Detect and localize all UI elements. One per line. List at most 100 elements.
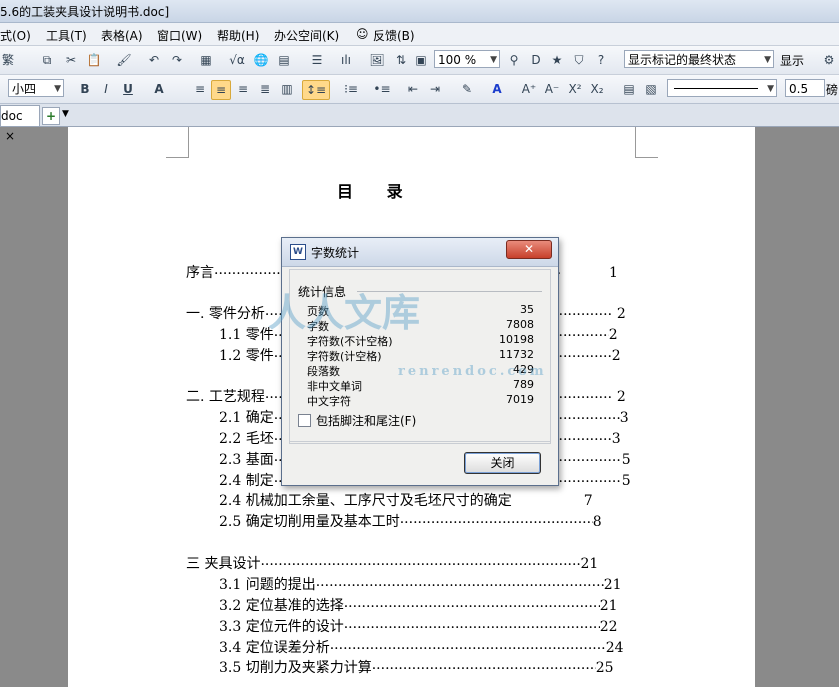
reader-icon[interactable]: D <box>527 51 545 69</box>
word-count-dialog: W 字数统计 ✕ 统计信息 页数 35 字数 7808 字符数(不计空格) 10198… <box>281 237 559 486</box>
line-style-select[interactable]: ▼ <box>667 79 777 97</box>
wps-logo-icon: W <box>290 244 306 260</box>
toc-entry: 3.4 定位误差分析······························… <box>219 640 624 657</box>
title-bar: 5.6的工装夹具设计说明书.doc] <box>0 0 839 23</box>
unit-label: 磅 <box>826 83 839 97</box>
formatting-toolbar: 小四 ▼ B I U A ≡ ≡ ≡ ≣ ▥ ↕≡ ⁝≡ •≡ ⇤ ⇥ ✎ A … <box>0 75 839 104</box>
columns-icon[interactable]: ☰ <box>308 51 326 69</box>
distributed-icon[interactable]: ▥ <box>278 80 296 98</box>
menu-format[interactable]: 式(O) <box>0 27 31 44</box>
menu-window[interactable]: 窗口(W) <box>157 27 202 44</box>
document-tab-label: doc <box>1 109 23 123</box>
table-icon[interactable]: ▤ <box>275 51 293 69</box>
font-color-icon[interactable]: A <box>488 80 506 98</box>
shading-icon[interactable]: ▧ <box>642 80 660 98</box>
menu-feedback[interactable]: 反馈(B) <box>373 27 415 44</box>
standard-toolbar: 繁 ⧉ ✂ 📋 🖌 ↶ ↷ ▦ √α 🌐 ▤ ☰ ılı 🖼 ⇅ ▣ 100 %… <box>0 46 839 75</box>
shrink-font-icon[interactable]: A⁻ <box>543 80 561 98</box>
menu-office-space[interactable]: 办公空间(K) <box>274 27 339 44</box>
toc-entry: 3.2 定位基准的选择·····························… <box>219 598 618 615</box>
menu-tools[interactable]: 工具(T) <box>46 27 87 44</box>
numbered-list-icon[interactable]: ⁝≡ <box>342 80 360 98</box>
document-tab[interactable]: doc × <box>0 105 40 143</box>
markup-state-value: 显示标记的最终状态 <box>628 53 737 67</box>
dialog-close-button[interactable]: ✕ <box>506 240 552 259</box>
superscript-icon[interactable]: X² <box>566 80 584 98</box>
globe-icon[interactable]: 🌐 <box>252 51 270 69</box>
stat-row: 非中文单词 789 <box>307 378 534 393</box>
underline-icon[interactable]: U <box>119 80 137 98</box>
cut-icon[interactable]: ✂ <box>62 51 80 69</box>
chevron-down-icon: ▼ <box>767 84 774 94</box>
help-icon[interactable]: ? <box>592 51 610 69</box>
border-icon[interactable]: ▤ <box>620 80 638 98</box>
toc-entry: 3.5 切削力及夹紧力计算···························… <box>219 660 614 677</box>
increase-indent-icon[interactable]: ⇥ <box>426 80 444 98</box>
toc-entry: 3.1 问题的提出·······························… <box>219 577 622 594</box>
chart-icon[interactable]: ılı <box>337 51 355 69</box>
line-width-value: 0.5 <box>789 82 809 96</box>
stat-row: 字符数(计空格) 11732 <box>307 348 534 363</box>
font-size-select[interactable]: 小四 ▼ <box>8 79 64 97</box>
toc-entry: 三 夹具设计··································… <box>186 556 599 573</box>
chevron-down-icon: ▼ <box>54 84 61 94</box>
traditional-chinese-button[interactable]: 繁 <box>0 51 16 69</box>
window-title: 5.6的工装夹具设计说明书.doc] <box>0 5 170 19</box>
close-button[interactable]: 关闭 <box>464 452 541 474</box>
binoculars-icon[interactable]: ⚲ <box>505 51 523 69</box>
toc-entry: 2.5 确定切削用量及基本工时·························… <box>219 514 602 531</box>
copy-icon[interactable]: ⧉ <box>38 51 56 69</box>
menu-help[interactable]: 帮助(H) <box>217 27 259 44</box>
bullet-list-icon[interactable]: •≡ <box>373 80 391 98</box>
divider <box>289 441 551 442</box>
chevron-down-icon: ▼ <box>490 55 497 65</box>
footnote-checkbox[interactable] <box>298 414 311 427</box>
document-tab-bar: doc × + ▼ <box>0 104 839 143</box>
align-left-icon[interactable]: ≡ <box>191 80 209 98</box>
toc-entry: 3.3 定位元件的设计·····························… <box>219 619 618 636</box>
feedback-icon: ☺ <box>356 27 369 41</box>
grow-font-icon[interactable]: A⁺ <box>520 80 538 98</box>
settings-icon[interactable]: ⚙ <box>820 51 838 69</box>
show-menu[interactable]: 显示 <box>780 52 804 69</box>
line-spacing-icon[interactable]: ↕≡ <box>302 80 330 100</box>
paste-icon[interactable]: 📋 <box>85 51 103 69</box>
picture-icon[interactable]: 🖼 <box>368 51 386 69</box>
markup-state-select[interactable]: 显示标记的最终状态 ▼ <box>624 50 774 68</box>
undo-icon[interactable]: ↶ <box>145 51 163 69</box>
shirt-icon[interactable]: ⛉ <box>570 51 588 69</box>
zoom-select[interactable]: 100 % ▼ <box>434 50 500 68</box>
chevron-down-icon[interactable]: ▼ <box>62 109 69 119</box>
close-icon: ✕ <box>523 242 535 256</box>
highlight-icon[interactable]: ✎ <box>458 80 476 98</box>
font-style-icon[interactable]: A <box>150 80 168 98</box>
stat-row: 中文字符 7019 <box>307 393 534 408</box>
subscript-icon[interactable]: X₂ <box>588 80 606 98</box>
italic-icon[interactable]: I <box>97 80 115 98</box>
formula-icon[interactable]: √α <box>228 51 246 69</box>
page-icon[interactable]: ▣ <box>412 51 430 69</box>
align-center-icon[interactable]: ≡ <box>211 80 231 100</box>
decrease-indent-icon[interactable]: ⇤ <box>404 80 422 98</box>
close-icon[interactable]: × <box>5 129 15 143</box>
menu-bar: 式(O) 工具(T) 表格(A) 窗口(W) 帮助(H) 办公空间(K) ☺ 反… <box>0 23 839 46</box>
line-width-select[interactable]: 0.5 <box>785 79 825 97</box>
format-painter-icon[interactable]: 🖌 <box>115 51 133 69</box>
align-right-icon[interactable]: ≡ <box>234 80 252 98</box>
add-tab-icon[interactable]: + <box>42 107 60 125</box>
sort-icon[interactable]: ⇅ <box>392 51 410 69</box>
margin-corner-right <box>635 127 658 158</box>
watermark-url: renrendoc.com <box>398 364 547 379</box>
toc-entry: 2.4 机械加工余量、工序尺寸及毛坯尺寸的确定 7 <box>219 493 593 509</box>
insert-table-icon[interactable]: ▦ <box>197 51 215 69</box>
margin-corner-left <box>166 127 189 158</box>
zoom-value: 100 % <box>438 53 477 67</box>
bold-icon[interactable]: B <box>76 80 94 98</box>
justify-icon[interactable]: ≣ <box>256 80 274 98</box>
star-icon[interactable]: ★ <box>548 51 566 69</box>
chevron-down-icon: ▼ <box>764 55 771 65</box>
redo-icon[interactable]: ↷ <box>168 51 186 69</box>
dialog-title-bar[interactable]: W 字数统计 ✕ <box>282 238 558 267</box>
menu-table[interactable]: 表格(A) <box>101 27 143 44</box>
page-title: 目 录 <box>337 182 417 201</box>
